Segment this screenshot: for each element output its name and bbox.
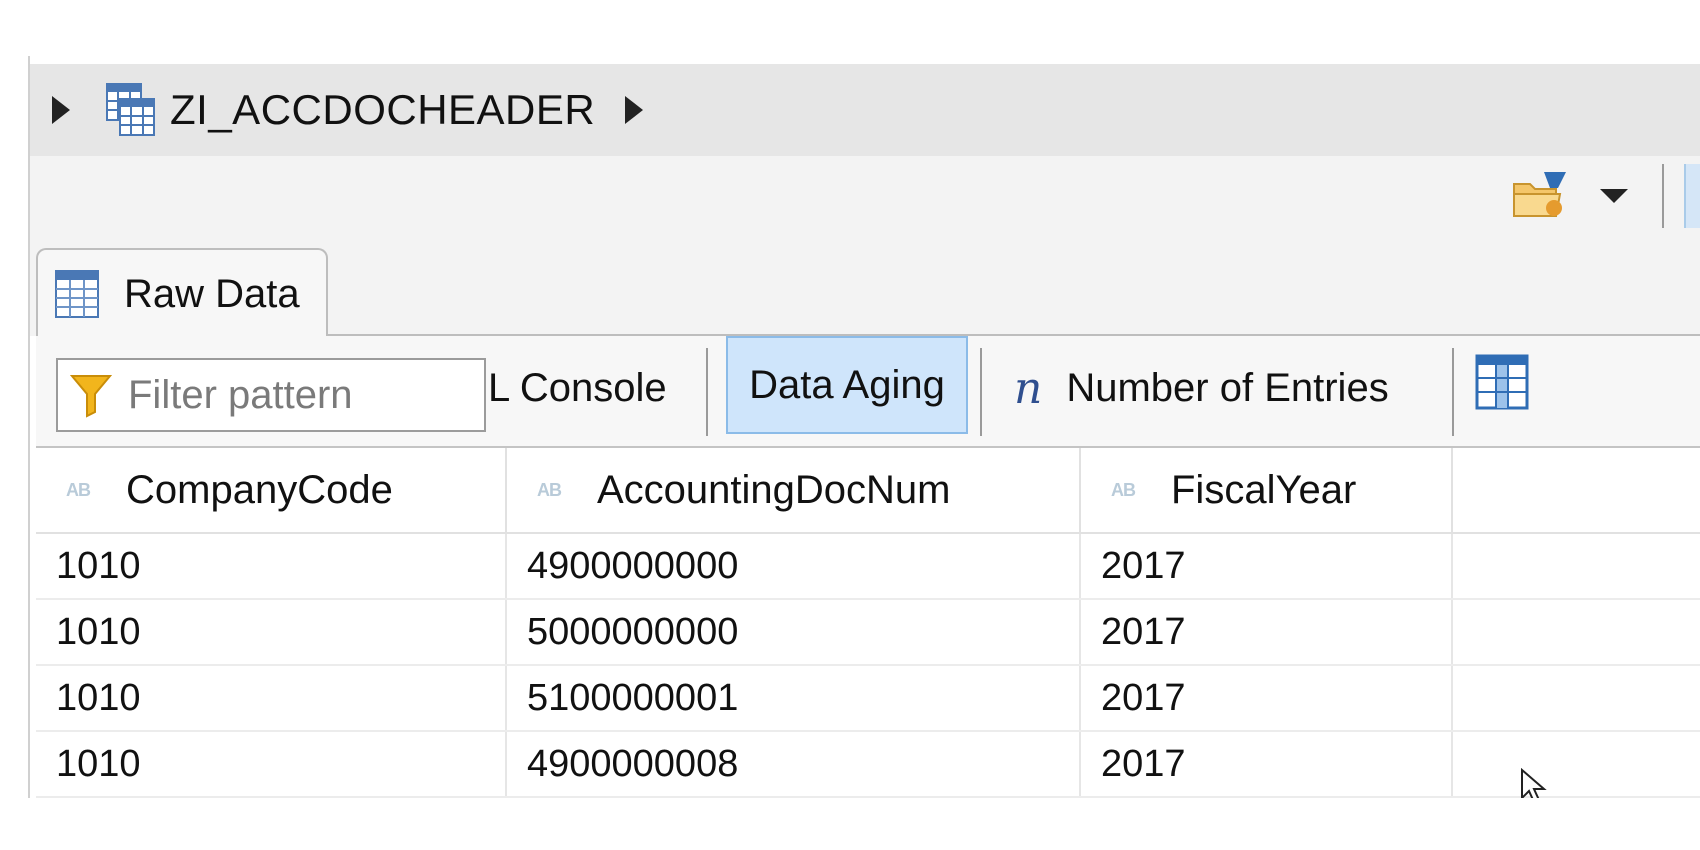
- number-of-entries-label: Number of Entries: [1066, 365, 1389, 410]
- table-cell[interactable]: 4900000000: [506, 533, 1081, 600]
- toolbar-separator: [980, 348, 982, 436]
- table-header-row: AB CompanyCode AB AccountingDocNum AB Fi…: [36, 448, 1700, 534]
- data-preview-window: ZI_ACCDOCHEADER Raw Data Filter pattern …: [28, 56, 1700, 798]
- table-cell[interactable]: 1010: [36, 533, 507, 600]
- breadcrumb: ZI_ACCDOCHEADER: [30, 64, 1700, 156]
- breadcrumb-title[interactable]: ZI_ACCDOCHEADER: [170, 86, 595, 134]
- column-label: FiscalYear: [1171, 467, 1357, 512]
- table-icon: [55, 270, 99, 318]
- column-header-accountingdocnum[interactable]: AB AccountingDocNum: [506, 448, 1081, 534]
- table-cell[interactable]: 2017: [1080, 731, 1453, 798]
- table-cell[interactable]: 5000000000: [506, 599, 1081, 666]
- data-toolbar: L Console Data Aging n Number of Entries: [36, 336, 1700, 448]
- table-cell[interactable]: 5100000001: [506, 665, 1081, 732]
- table-row[interactable]: 1010 4900000000 2017: [36, 533, 1700, 600]
- table-cell-empty: [1452, 533, 1700, 600]
- tab-strip: Raw Data: [30, 156, 1700, 338]
- partial-toolbar-button[interactable]: [1684, 164, 1700, 228]
- table-cell[interactable]: 2017: [1080, 665, 1453, 732]
- folder-icon[interactable]: [1510, 166, 1570, 226]
- column-header-empty: [1452, 448, 1700, 534]
- column-header-companycode[interactable]: AB CompanyCode: [36, 448, 507, 534]
- chevron-down-icon[interactable]: [1600, 189, 1628, 203]
- filter-field[interactable]: [56, 358, 486, 432]
- table-cell[interactable]: 1010: [36, 665, 507, 732]
- data-aging-label: Data Aging: [749, 362, 945, 407]
- text-type-icon: AB: [537, 479, 562, 500]
- table-cell-empty: [1452, 665, 1700, 732]
- view-tools: [1510, 156, 1700, 236]
- toolbar-separator: [1662, 164, 1664, 228]
- table-cell-empty: [1452, 599, 1700, 666]
- sql-console-button[interactable]: L Console: [488, 366, 667, 411]
- column-label: AccountingDocNum: [597, 467, 951, 512]
- n-italic-icon: n: [1014, 362, 1043, 414]
- table-row[interactable]: 1010 4900000008 2017: [36, 731, 1700, 798]
- toolbar-separator: [1452, 348, 1454, 436]
- table-cell-empty: [1452, 731, 1700, 798]
- number-of-entries-button[interactable]: n Number of Entries: [1014, 350, 1389, 426]
- column-settings-icon[interactable]: [1474, 352, 1530, 412]
- result-table: AB CompanyCode AB AccountingDocNum AB Fi…: [36, 448, 1700, 798]
- column-header-fiscalyear[interactable]: AB FiscalYear: [1080, 448, 1453, 534]
- result-table-container: AB CompanyCode AB AccountingDocNum AB Fi…: [36, 448, 1700, 798]
- table-cell[interactable]: 2017: [1080, 599, 1453, 666]
- chevron-right-icon[interactable]: [625, 96, 644, 124]
- tab-raw-data[interactable]: Raw Data: [36, 248, 328, 338]
- table-cell[interactable]: 4900000008: [506, 731, 1081, 798]
- table-row[interactable]: 1010 5100000001 2017: [36, 665, 1700, 732]
- tab-label: Raw Data: [124, 271, 300, 316]
- column-label: CompanyCode: [126, 467, 393, 512]
- data-aging-button[interactable]: Data Aging: [726, 336, 968, 434]
- table-cell[interactable]: 1010: [36, 731, 507, 798]
- funnel-icon: [70, 375, 112, 418]
- filter-input[interactable]: [126, 371, 470, 419]
- table-row[interactable]: 1010 5000000000 2017: [36, 599, 1700, 666]
- text-type-icon: AB: [1111, 479, 1136, 500]
- table-cell[interactable]: 2017: [1080, 533, 1453, 600]
- text-type-icon: AB: [66, 479, 91, 500]
- toolbar-separator: [706, 348, 708, 436]
- table-icon: [106, 83, 156, 137]
- table-cell[interactable]: 1010: [36, 599, 507, 666]
- triangle-right-icon[interactable]: [52, 96, 70, 124]
- mouse-cursor-icon: [1521, 768, 1547, 798]
